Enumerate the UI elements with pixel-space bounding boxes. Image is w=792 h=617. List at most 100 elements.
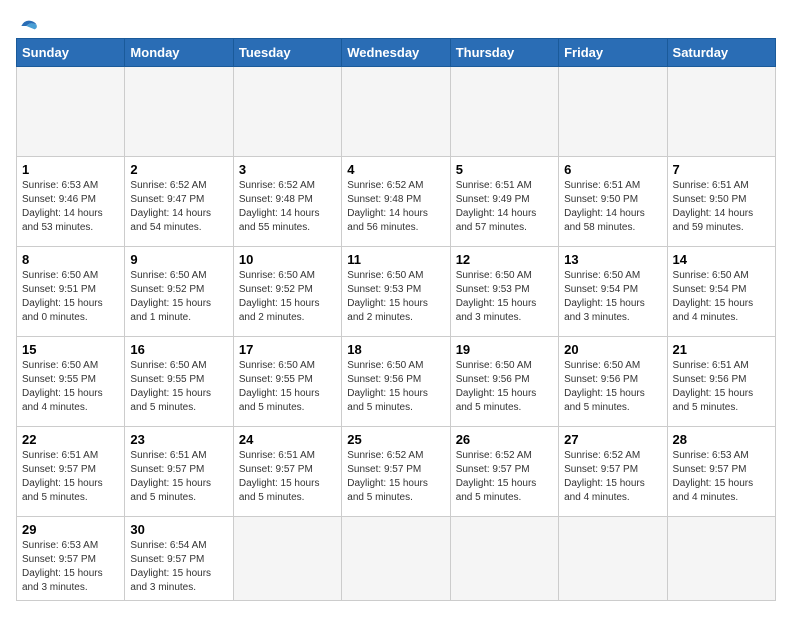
day-info: Sunrise: 6:52 AMSunset: 9:57 PMDaylight:… xyxy=(347,449,444,505)
calendar-week-row: 15 Sunrise: 6:50 AMSunset: 9:55 PMDayligh… xyxy=(17,337,776,427)
calendar-cell: 3 Sunrise: 6:52 AMSunset: 9:48 PMDaylight… xyxy=(233,157,341,247)
calendar-cell xyxy=(667,67,775,157)
day-info: Sunrise: 6:50 AMSunset: 9:55 PMDaylight:… xyxy=(130,359,227,415)
calendar-cell: 8Sunrise: 6:50 AMSunset: 9:51 PMDaylight… xyxy=(17,247,125,337)
calendar-cell xyxy=(450,517,558,601)
day-number: 29 xyxy=(22,522,119,537)
day-info: Sunrise: 6:50 AMSunset: 9:53 PMDaylight:… xyxy=(347,269,444,325)
day-info: Sunrise: 6:50 AMSunset: 9:53 PMDaylight:… xyxy=(456,269,553,325)
day-number: 21 xyxy=(673,342,770,357)
day-number: 4 xyxy=(347,162,444,177)
day-number: 14 xyxy=(673,252,770,267)
calendar-week-row: 8Sunrise: 6:50 AMSunset: 9:51 PMDaylight… xyxy=(17,247,776,337)
day-info: Sunrise: 6:52 AMSunset: 9:57 PMDaylight:… xyxy=(564,449,661,505)
day-number: 22 xyxy=(22,432,119,447)
day-number: 3 xyxy=(239,162,336,177)
calendar-header-thursday: Thursday xyxy=(450,39,558,67)
calendar-week-row: 1 Sunrise: 6:53 AMSunset: 9:46 PMDaylight… xyxy=(17,157,776,247)
day-info: Sunrise: 6:50 AMSunset: 9:55 PMDaylight:… xyxy=(22,359,119,415)
calendar-cell: 23 Sunrise: 6:51 AMSunset: 9:57 PMDayligh… xyxy=(125,427,233,517)
calendar-cell: 14Sunrise: 6:50 AMSunset: 9:54 PMDayligh… xyxy=(667,247,775,337)
day-info: Sunrise: 6:52 AMSunset: 9:47 PMDaylight:… xyxy=(130,179,227,235)
day-number: 28 xyxy=(673,432,770,447)
day-info: Sunrise: 6:53 AMSunset: 9:57 PMDaylight:… xyxy=(22,539,119,595)
calendar-cell: 1 Sunrise: 6:53 AMSunset: 9:46 PMDaylight… xyxy=(17,157,125,247)
day-info: Sunrise: 6:52 AMSunset: 9:48 PMDaylight:… xyxy=(347,179,444,235)
day-number: 2 xyxy=(130,162,227,177)
day-number: 17 xyxy=(239,342,336,357)
day-number: 12 xyxy=(456,252,553,267)
calendar-cell xyxy=(559,67,667,157)
day-info: Sunrise: 6:50 AMSunset: 9:54 PMDaylight:… xyxy=(564,269,661,325)
calendar-cell: 18Sunrise: 6:50 AMSunset: 9:56 PMDayligh… xyxy=(342,337,450,427)
day-info: Sunrise: 6:53 AMSunset: 9:57 PMDaylight:… xyxy=(673,449,770,505)
day-number: 18 xyxy=(347,342,444,357)
day-info: Sunrise: 6:50 AMSunset: 9:51 PMDaylight:… xyxy=(22,269,119,325)
day-info: Sunrise: 6:50 AMSunset: 9:56 PMDaylight:… xyxy=(564,359,661,415)
calendar-cell: 11Sunrise: 6:50 AMSunset: 9:53 PMDayligh… xyxy=(342,247,450,337)
day-info: Sunrise: 6:50 AMSunset: 9:52 PMDaylight:… xyxy=(130,269,227,325)
calendar-header-friday: Friday xyxy=(559,39,667,67)
calendar-header-sunday: Sunday xyxy=(17,39,125,67)
day-info: Sunrise: 6:50 AMSunset: 9:56 PMDaylight:… xyxy=(456,359,553,415)
day-info: Sunrise: 6:50 AMSunset: 9:52 PMDaylight:… xyxy=(239,269,336,325)
calendar-header-tuesday: Tuesday xyxy=(233,39,341,67)
day-info: Sunrise: 6:51 AMSunset: 9:57 PMDaylight:… xyxy=(130,449,227,505)
day-number: 25 xyxy=(347,432,444,447)
calendar-cell: 6Sunrise: 6:51 AMSunset: 9:50 PMDaylight… xyxy=(559,157,667,247)
day-info: Sunrise: 6:53 AMSunset: 9:46 PMDaylight:… xyxy=(22,179,119,235)
day-number: 1 xyxy=(22,162,119,177)
calendar-cell: 26 Sunrise: 6:52 AMSunset: 9:57 PMDayligh… xyxy=(450,427,558,517)
calendar-cell: 16 Sunrise: 6:50 AMSunset: 9:55 PMDayligh… xyxy=(125,337,233,427)
day-number: 26 xyxy=(456,432,553,447)
calendar-cell: 2 Sunrise: 6:52 AMSunset: 9:47 PMDaylight… xyxy=(125,157,233,247)
calendar-cell: 15 Sunrise: 6:50 AMSunset: 9:55 PMDayligh… xyxy=(17,337,125,427)
calendar-cell xyxy=(125,67,233,157)
day-number: 20 xyxy=(564,342,661,357)
calendar-cell xyxy=(233,517,341,601)
day-info: Sunrise: 6:52 AMSunset: 9:48 PMDaylight:… xyxy=(239,179,336,235)
day-info: Sunrise: 6:51 AMSunset: 9:57 PMDaylight:… xyxy=(22,449,119,505)
day-number: 13 xyxy=(564,252,661,267)
calendar: SundayMondayTuesdayWednesdayThursdayFrid… xyxy=(16,38,776,601)
calendar-cell xyxy=(450,67,558,157)
logo xyxy=(16,16,38,30)
calendar-header-wednesday: Wednesday xyxy=(342,39,450,67)
calendar-cell: 25 Sunrise: 6:52 AMSunset: 9:57 PMDayligh… xyxy=(342,427,450,517)
calendar-week-row xyxy=(17,67,776,157)
calendar-header-row: SundayMondayTuesdayWednesdayThursdayFrid… xyxy=(17,39,776,67)
calendar-cell: 10 Sunrise: 6:50 AMSunset: 9:52 PMDayligh… xyxy=(233,247,341,337)
calendar-cell xyxy=(233,67,341,157)
day-number: 5 xyxy=(456,162,553,177)
calendar-cell: 19Sunrise: 6:50 AMSunset: 9:56 PMDayligh… xyxy=(450,337,558,427)
calendar-cell xyxy=(559,517,667,601)
day-number: 23 xyxy=(130,432,227,447)
calendar-cell: 7 Sunrise: 6:51 AMSunset: 9:50 PMDaylight… xyxy=(667,157,775,247)
day-number: 9 xyxy=(130,252,227,267)
day-info: Sunrise: 6:51 AMSunset: 9:56 PMDaylight:… xyxy=(673,359,770,415)
day-number: 24 xyxy=(239,432,336,447)
calendar-cell: 27Sunrise: 6:52 AMSunset: 9:57 PMDayligh… xyxy=(559,427,667,517)
calendar-cell xyxy=(667,517,775,601)
calendar-cell: 21 Sunrise: 6:51 AMSunset: 9:56 PMDayligh… xyxy=(667,337,775,427)
calendar-cell: 12 Sunrise: 6:50 AMSunset: 9:53 PMDayligh… xyxy=(450,247,558,337)
calendar-cell: 13 Sunrise: 6:50 AMSunset: 9:54 PMDayligh… xyxy=(559,247,667,337)
calendar-cell: 9 Sunrise: 6:50 AMSunset: 9:52 PMDaylight… xyxy=(125,247,233,337)
day-number: 16 xyxy=(130,342,227,357)
day-info: Sunrise: 6:51 AMSunset: 9:49 PMDaylight:… xyxy=(456,179,553,235)
page-header xyxy=(16,16,776,30)
day-info: Sunrise: 6:54 AMSunset: 9:57 PMDaylight:… xyxy=(130,539,227,595)
calendar-cell: 17Sunrise: 6:50 AMSunset: 9:55 PMDayligh… xyxy=(233,337,341,427)
calendar-header-saturday: Saturday xyxy=(667,39,775,67)
calendar-cell: 4 Sunrise: 6:52 AMSunset: 9:48 PMDaylight… xyxy=(342,157,450,247)
calendar-cell: 22 Sunrise: 6:51 AMSunset: 9:57 PMDayligh… xyxy=(17,427,125,517)
day-info: Sunrise: 6:51 AMSunset: 9:50 PMDaylight:… xyxy=(673,179,770,235)
day-number: 10 xyxy=(239,252,336,267)
day-number: 7 xyxy=(673,162,770,177)
calendar-cell: 24Sunrise: 6:51 AMSunset: 9:57 PMDayligh… xyxy=(233,427,341,517)
day-info: Sunrise: 6:52 AMSunset: 9:57 PMDaylight:… xyxy=(456,449,553,505)
calendar-cell: 5 Sunrise: 6:51 AMSunset: 9:49 PMDaylight… xyxy=(450,157,558,247)
calendar-cell: 30Sunrise: 6:54 AMSunset: 9:57 PMDayligh… xyxy=(125,517,233,601)
logo-icon xyxy=(18,16,38,36)
day-number: 15 xyxy=(22,342,119,357)
